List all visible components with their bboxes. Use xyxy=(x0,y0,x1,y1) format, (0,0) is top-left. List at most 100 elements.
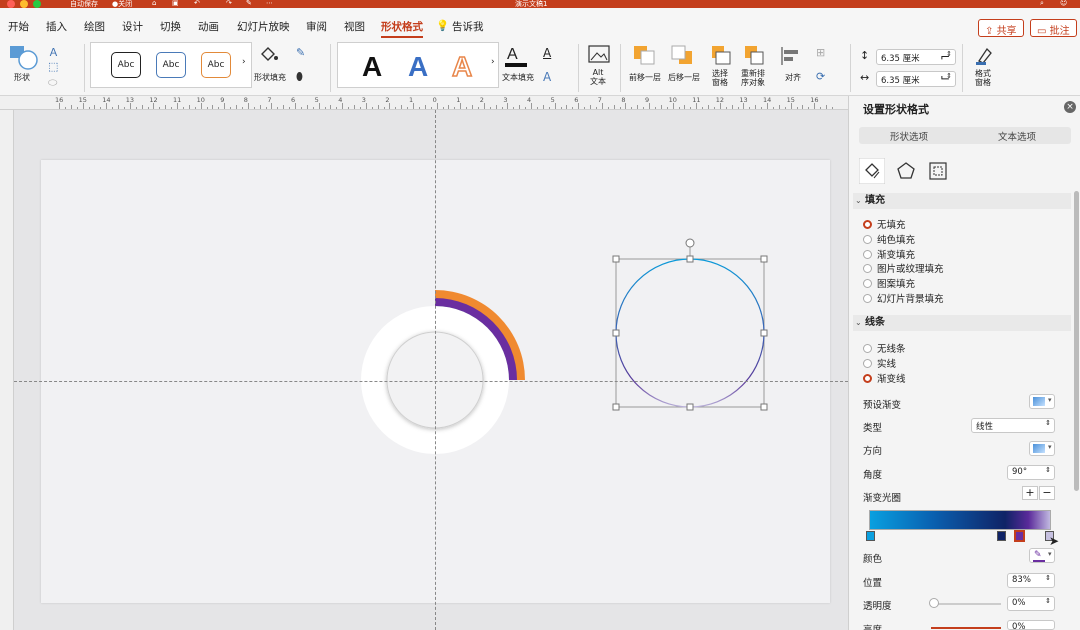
slide-canvas[interactable] xyxy=(14,110,848,630)
selection-pane-label[interactable]: 选择 窗格 xyxy=(712,69,728,87)
transparency-slider-track[interactable] xyxy=(931,603,1001,605)
brightness-slider-track[interactable] xyxy=(931,627,1001,629)
tab-text-options[interactable]: 文本选项 xyxy=(998,129,1036,143)
text-box-icon[interactable]: Ａ xyxy=(48,44,59,60)
send-backward-icon[interactable] xyxy=(670,44,696,66)
tab-home[interactable]: 开始 xyxy=(8,19,29,34)
text-fill-icon[interactable]: A xyxy=(503,43,529,69)
radio-button[interactable] xyxy=(863,344,872,353)
tab-transitions[interactable]: 切换 xyxy=(160,19,181,34)
selected-circle-shape[interactable] xyxy=(604,235,774,415)
resize-handle[interactable] xyxy=(760,255,768,263)
style-sample[interactable]: Abc xyxy=(201,52,231,78)
text-effects-icon[interactable]: A xyxy=(543,70,551,84)
alt-text-label[interactable]: Alt 文本 xyxy=(590,68,606,86)
rotate-handle[interactable] xyxy=(685,238,695,248)
lock-aspect-bottom-icon[interactable]: ⌙ xyxy=(940,70,950,84)
radio-button[interactable] xyxy=(863,264,872,274)
more-icon[interactable]: ⋯ xyxy=(266,0,273,7)
fill-options-radio[interactable]: 幻灯片背景填充 xyxy=(863,291,944,305)
resize-handle[interactable] xyxy=(612,255,620,263)
text-fill-label[interactable]: 文本填充 xyxy=(502,72,534,83)
radio-button[interactable] xyxy=(863,294,872,303)
close-window-button[interactable] xyxy=(7,0,15,8)
radio-button[interactable] xyxy=(863,279,872,289)
fill-section-header[interactable]: ⌄ 填充 xyxy=(853,193,1071,209)
home-icon[interactable]: ⌂ xyxy=(152,0,156,7)
customize-icon[interactable]: ✎ xyxy=(246,0,252,7)
text-outline-icon[interactable]: A xyxy=(543,46,551,60)
fill-options-radio[interactable]: 无填充 xyxy=(863,217,906,231)
pane-scrollbar[interactable] xyxy=(1074,191,1079,491)
resize-handle[interactable] xyxy=(686,403,694,411)
tab-design[interactable]: 设计 xyxy=(122,19,143,34)
rotate-icon[interactable]: ⟳ xyxy=(816,70,825,83)
tab-insert[interactable]: 插入 xyxy=(46,19,67,34)
tab-view[interactable]: 视图 xyxy=(344,19,365,34)
fill-options-radio[interactable]: 图案填充 xyxy=(863,276,915,290)
transparency-input[interactable]: 0% ⇕ xyxy=(1007,596,1055,611)
radio-button[interactable] xyxy=(863,220,872,229)
shape-fill-label[interactable]: 形状填充 xyxy=(254,72,286,83)
align-icon[interactable] xyxy=(779,45,803,67)
shapes-icon[interactable] xyxy=(8,44,42,70)
selection-pane-icon[interactable] xyxy=(710,44,732,66)
alt-text-icon[interactable] xyxy=(588,44,610,64)
paint-bucket-icon[interactable] xyxy=(258,44,280,64)
size-properties-icon[interactable] xyxy=(927,160,949,182)
fill-options-radio[interactable]: 纯色填充 xyxy=(863,232,915,246)
redo-icon[interactable]: ↷ xyxy=(226,0,232,7)
gradient-line-circle[interactable] xyxy=(615,258,765,408)
radio-button[interactable] xyxy=(863,249,872,259)
tab-animations[interactable]: 动画 xyxy=(198,19,219,34)
bring-forward-label[interactable]: 前移一层 xyxy=(629,72,661,83)
search-icon[interactable]: ⌕ xyxy=(1040,0,1044,8)
radio-button[interactable] xyxy=(863,234,872,244)
tab-draw[interactable]: 绘图 xyxy=(84,19,105,34)
effects-pentagon-icon[interactable] xyxy=(895,160,917,182)
horizontal-ruler[interactable]: 16 15 14 13 12 11 10 9 8 7 6 5 4 3 2 1 0 1 2 3 4 5 6 7 8 9 10 11 12 1… xyxy=(0,96,848,110)
save-icon[interactable]: ▣ xyxy=(172,0,179,7)
send-backward-label[interactable]: 后移一层 xyxy=(668,72,700,83)
wordart-gallery[interactable]: A A A xyxy=(337,42,499,88)
comment-button[interactable]: ▭ 批注 xyxy=(1030,19,1077,37)
lock-aspect-icon[interactable]: ⌐ xyxy=(940,50,950,64)
line-options-radio[interactable]: 无线条 xyxy=(863,341,906,355)
arc-graphic[interactable] xyxy=(344,275,564,475)
align-label[interactable]: 对齐 xyxy=(785,72,801,83)
tab-review[interactable]: 审阅 xyxy=(306,19,327,34)
resize-handle[interactable] xyxy=(760,403,768,411)
style-sample[interactable]: Abc xyxy=(111,52,141,78)
resize-handle[interactable] xyxy=(612,329,620,337)
gallery-more-arrow[interactable]: › xyxy=(242,57,246,67)
stepper-icon[interactable]: ⇕ xyxy=(1045,597,1051,605)
wordart-sample-blue[interactable]: A xyxy=(408,51,428,83)
minimize-window-button[interactable] xyxy=(20,0,28,8)
wordart-more-arrow[interactable]: › xyxy=(491,57,495,67)
direction-picker[interactable]: ▾ xyxy=(1029,441,1055,456)
account-icon[interactable]: ☺ xyxy=(1060,0,1067,7)
bring-forward-icon[interactable] xyxy=(632,44,658,66)
wordart-sample-orange[interactable]: A xyxy=(451,50,473,83)
shape-outline-icon[interactable]: ✎ xyxy=(296,46,305,59)
merge-shapes-icon[interactable]: ⬭ xyxy=(48,76,57,90)
radio-button[interactable] xyxy=(863,373,872,383)
shape-effects-icon[interactable]: ⬮ xyxy=(296,70,303,84)
reorder-objects-icon[interactable] xyxy=(743,44,767,66)
tab-shape-options[interactable]: 形状选项 xyxy=(890,129,928,143)
wordart-sample-black[interactable]: A xyxy=(362,51,382,83)
add-stop-button[interactable]: + xyxy=(1022,486,1038,500)
tell-me-search[interactable]: 告诉我 xyxy=(452,19,484,34)
gradient-bar[interactable] xyxy=(869,510,1051,530)
type-select[interactable]: 线性 ⇕ xyxy=(971,418,1055,433)
resize-handle[interactable] xyxy=(760,329,768,337)
group-icon[interactable]: ⊞ xyxy=(816,46,825,59)
zoom-window-button[interactable] xyxy=(33,0,41,8)
resize-handle[interactable] xyxy=(612,403,620,411)
resize-handle[interactable] xyxy=(686,255,694,263)
angle-input[interactable]: 90° ⇕ xyxy=(1007,465,1055,480)
remove-stop-button[interactable]: − xyxy=(1039,486,1055,500)
autosave-toggle[interactable]: ●关闭 xyxy=(112,0,132,8)
vertical-guide[interactable] xyxy=(435,110,436,630)
gradient-stop[interactable] xyxy=(997,531,1006,541)
